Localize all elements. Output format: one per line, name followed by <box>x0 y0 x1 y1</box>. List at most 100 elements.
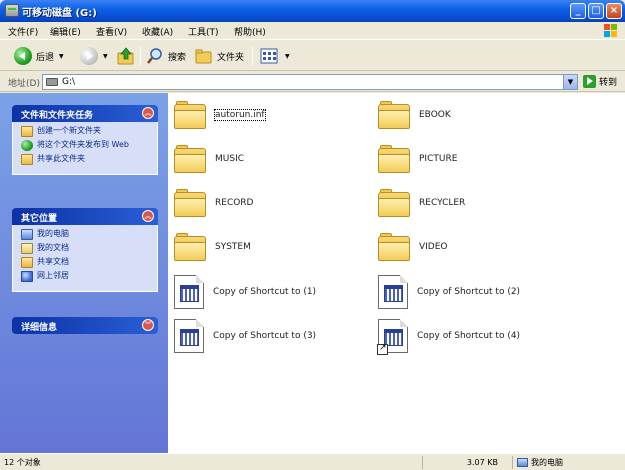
menu-bar: 文件(F) 编辑(E) 查看(V) 收藏(A) 工具(T) 帮助(H) <box>0 22 625 40</box>
menu-favorites[interactable]: 收藏(A) <box>142 25 173 38</box>
search-button[interactable]: 搜索 <box>146 45 186 67</box>
folder-item[interactable]: RECYCLER <box>378 189 465 217</box>
panel-header[interactable]: 文件和文件夹任务 ︽ <box>12 105 158 122</box>
address-input[interactable]: G:\ ▼ <box>42 74 578 90</box>
menu-file[interactable]: 文件(F) <box>8 25 38 38</box>
folder-item[interactable]: VIDEO <box>378 233 448 261</box>
details-panel: 详细信息 ︾ <box>12 317 158 334</box>
task-label: 创建一个新文件夹 <box>37 126 101 135</box>
shortcut-file-item[interactable]: Copy of Shortcut to (1) <box>174 275 316 309</box>
folder-item[interactable]: autorun.inf <box>174 101 266 129</box>
folders-label: 文件夹 <box>217 52 245 63</box>
place-my-computer[interactable]: 我的电脑 <box>21 229 151 240</box>
share-folder-icon <box>21 154 33 165</box>
shortcut-file-item[interactable]: Copy of Shortcut to (4) <box>377 319 521 355</box>
place-shared-documents[interactable]: 共享文档 <box>21 257 151 268</box>
place-my-documents[interactable]: 我的文档 <box>21 243 151 254</box>
place-network[interactable]: 网上邻居 <box>21 271 151 282</box>
menu-help[interactable]: 帮助(H) <box>234 25 266 38</box>
folders-button[interactable]: 文件夹 <box>195 45 244 67</box>
task-new-folder[interactable]: 创建一个新文件夹 <box>21 126 151 137</box>
folder-icon <box>378 233 410 261</box>
panel-header[interactable]: 详细信息 ︾ <box>12 317 158 334</box>
task-pane: 文件和文件夹任务 ︽ 创建一个新文件夹 将这个文件夹发布到 Web 共享此文件夹… <box>0 93 168 453</box>
place-label: 共享文档 <box>37 257 69 266</box>
other-places-panel: 其它位置 ︽ 我的电脑 我的文档 共享文档 网上邻居 <box>12 208 158 292</box>
file-name: Copy of Shortcut to (1) <box>213 287 317 297</box>
task-label: 将这个文件夹发布到 Web <box>37 140 129 149</box>
address-dropdown-icon[interactable]: ▼ <box>563 75 577 89</box>
chevron-down-icon: ▼ <box>285 52 290 60</box>
folders-icon <box>195 49 212 64</box>
go-label: 转到 <box>599 78 618 88</box>
panel-header[interactable]: 其它位置 ︽ <box>12 208 158 225</box>
menu-edit[interactable]: 编辑(E) <box>50 25 81 38</box>
file-name: SYSTEM <box>215 242 251 252</box>
folder-icon <box>174 233 206 261</box>
toolbar: 后退 ▼ ▼ 搜索 文件夹 ▼ <box>0 41 625 71</box>
shared-documents-icon <box>21 257 33 268</box>
file-name: Copy of Shortcut to (4) <box>417 331 521 341</box>
publish-web-icon <box>21 140 33 151</box>
file-name: Copy of Shortcut to (3) <box>213 331 317 341</box>
file-name: RECYCLER <box>419 198 466 208</box>
panel-body: 我的电脑 我的文档 共享文档 网上邻居 <box>12 225 158 292</box>
new-folder-icon <box>21 126 33 137</box>
folder-item[interactable]: MUSIC <box>174 145 244 173</box>
search-icon <box>147 48 162 64</box>
back-arrow-icon <box>14 47 32 65</box>
task-publish-web[interactable]: 将这个文件夹发布到 Web <box>21 140 151 151</box>
status-size: 3.07 KB <box>422 456 512 469</box>
my-documents-icon <box>21 243 33 254</box>
chevron-down-icon: ▼ <box>103 52 108 60</box>
file-name: autorun.inf <box>214 109 266 121</box>
address-bar: 地址(D) G:\ ▼ 转到 <box>0 72 625 92</box>
folder-icon <box>378 145 410 173</box>
collapse-icon[interactable]: ︽ <box>142 210 154 222</box>
menu-tools[interactable]: 工具(T) <box>188 25 219 38</box>
chevron-down-icon: ▼ <box>59 52 64 60</box>
go-button[interactable]: 转到 <box>583 75 617 88</box>
place-label: 我的文档 <box>37 243 69 252</box>
toolbar-separator <box>140 46 141 66</box>
my-computer-icon <box>517 458 528 467</box>
place-label: 网上邻居 <box>37 271 69 280</box>
go-arrow-icon <box>583 75 596 88</box>
folder-item[interactable]: EBOOK <box>378 101 451 129</box>
task-share-folder[interactable]: 共享此文件夹 <box>21 154 151 165</box>
shortcut-file-item[interactable]: Copy of Shortcut to (3) <box>174 319 316 353</box>
collapse-icon[interactable]: ︽ <box>142 107 154 119</box>
close-button[interactable]: × <box>606 3 622 19</box>
file-name: PICTURE <box>419 154 458 164</box>
status-location: 我的电脑 <box>512 456 625 469</box>
place-label: 我的电脑 <box>37 229 69 238</box>
address-value: G:\ <box>62 77 76 87</box>
document-icon <box>174 275 204 309</box>
forward-button[interactable]: ▼ <box>80 45 108 67</box>
folder-icon <box>174 101 206 129</box>
file-name: EBOOK <box>419 110 451 120</box>
file-tasks-panel: 文件和文件夹任务 ︽ 创建一个新文件夹 将这个文件夹发布到 Web 共享此文件夹 <box>12 105 158 175</box>
folder-item[interactable]: RECORD <box>174 189 254 217</box>
drive-icon <box>5 4 19 17</box>
forward-arrow-icon <box>80 47 98 65</box>
expand-icon[interactable]: ︾ <box>142 319 154 331</box>
folder-item[interactable]: PICTURE <box>378 145 457 173</box>
shortcut-file-item[interactable]: Copy of Shortcut to (2) <box>378 275 520 309</box>
back-button[interactable]: 后退 ▼ <box>14 45 64 67</box>
menu-view[interactable]: 查看(V) <box>96 25 127 38</box>
views-button[interactable]: ▼ <box>260 45 290 67</box>
maximize-button[interactable]: □ <box>588 3 604 19</box>
my-computer-icon <box>21 229 33 240</box>
minimize-button[interactable]: _ <box>570 3 586 19</box>
document-icon <box>174 319 204 353</box>
title-bar[interactable]: 可移动磁盘 (G:) _ □ × <box>0 0 625 22</box>
folder-item[interactable]: SYSTEM <box>174 233 251 261</box>
up-button[interactable] <box>116 45 136 67</box>
search-label: 搜索 <box>168 52 187 63</box>
back-label: 后退 <box>36 52 55 63</box>
folder-icon <box>174 189 206 217</box>
panel-title: 详细信息 <box>21 323 58 333</box>
file-name: RECORD <box>215 198 254 208</box>
folder-icon <box>378 189 410 217</box>
